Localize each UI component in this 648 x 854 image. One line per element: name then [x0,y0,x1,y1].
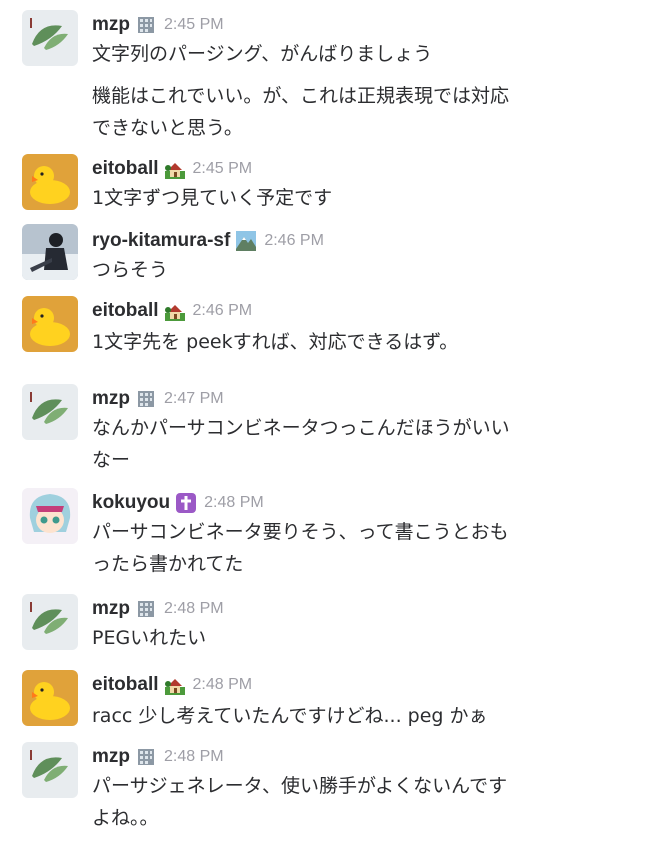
timestamp[interactable]: 2:47 PM [164,390,224,408]
office-building-icon [136,747,156,767]
username[interactable]: eitoball [92,158,159,180]
avatar-eitoball[interactable] [22,154,78,210]
scroll-gutter [640,0,648,854]
latin-cross-icon [176,493,197,513]
timestamp[interactable]: 2:48 PM [204,494,264,512]
message-text: racc 少し考えていたんですけどね... peg かぁ [92,705,488,727]
house-with-garden-icon [164,159,185,179]
timestamp[interactable]: 2:48 PM [164,600,224,618]
message-text: 1文字先を peekすれば、対応できるはず。 [92,331,459,353]
message-text: PEGいれたい [92,627,207,649]
message-text: なんかパーサコンビネータつっこんだほうがいい なー [92,417,510,471]
office-building-icon [136,599,156,619]
message-text: 文字列のパージング、がんばりましょう [92,43,433,65]
avatar-eitoball[interactable] [22,296,78,352]
timestamp[interactable]: 2:45 PM [193,160,253,178]
avatar-mzp[interactable] [22,10,78,66]
timestamp[interactable]: 2:46 PM [193,302,253,320]
message-text: 1文字ずつ見ていく予定です [92,187,333,209]
username[interactable]: mzp [92,14,130,36]
avatar-mzp[interactable] [22,594,78,650]
timestamp[interactable]: 2:45 PM [164,16,224,34]
username[interactable]: eitoball [92,674,159,696]
username[interactable]: kokuyou [92,492,170,514]
avatar-ryo-kitamura-sf[interactable] [22,224,78,280]
message-text: パーサコンビネータ要りそう、って書こうとおも ったら書かれてた [92,521,509,575]
timestamp[interactable]: 2:46 PM [264,232,324,250]
avatar-mzp[interactable] [22,384,78,440]
office-building-icon [136,389,156,409]
house-with-garden-icon [164,301,185,321]
message-text: 機能はこれでいい。が、これは正規表現では対応 できないと思う。 [92,85,510,139]
avatar-kokuyou[interactable] [22,488,78,544]
username[interactable]: ryo-kitamura-sf [92,230,230,252]
timestamp[interactable]: 2:48 PM [193,676,253,694]
username[interactable]: mzp [92,598,130,620]
mountain-icon [236,231,257,251]
office-building-icon [136,15,156,35]
message-text: つらそう [92,259,169,281]
avatar-eitoball[interactable] [22,670,78,726]
username[interactable]: mzp [92,746,130,768]
username[interactable]: mzp [92,388,130,410]
timestamp[interactable]: 2:48 PM [164,748,224,766]
message-text: パーサジェネレータ、使い勝手がよくないんです よね。。 [92,775,508,829]
avatar-mzp[interactable] [22,742,78,798]
house-with-garden-icon [164,675,185,695]
username[interactable]: eitoball [92,300,159,322]
